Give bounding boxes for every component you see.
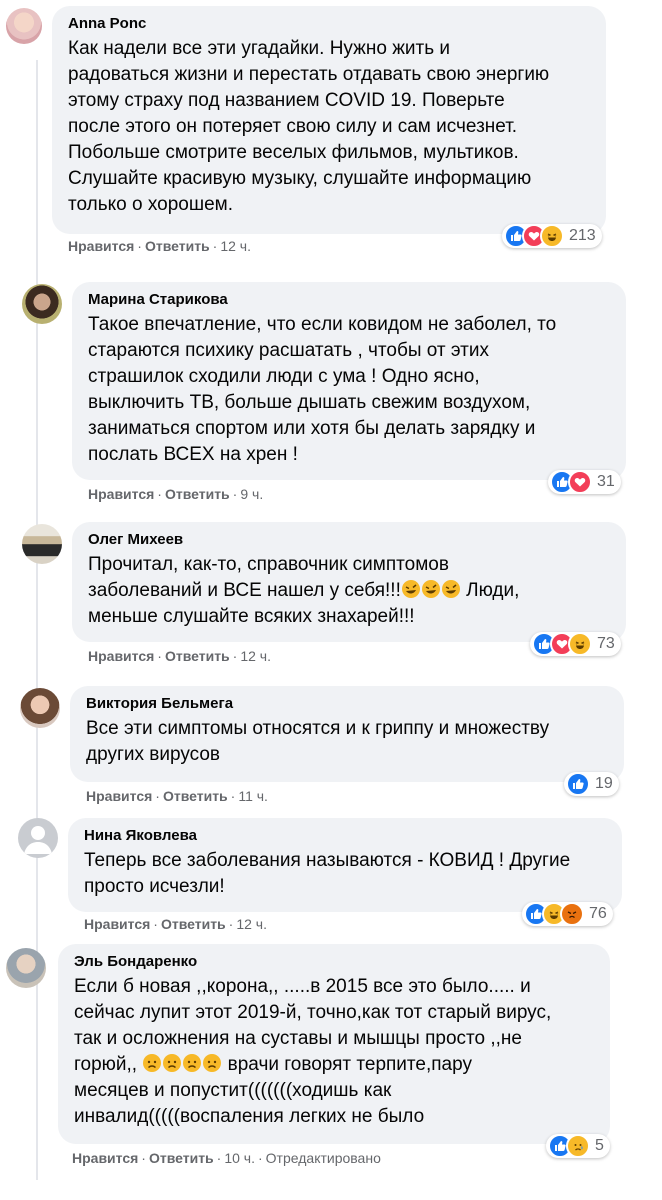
sad-emoji [142, 1053, 162, 1073]
like-reaction-icon [566, 772, 590, 796]
comment-actions: Нравится · Ответить · 12 ч. [68, 238, 251, 254]
comment-time[interactable]: 12 ч. [236, 916, 267, 932]
rofl-emoji [441, 579, 461, 599]
thread-line [36, 60, 38, 1180]
rofl-emoji [421, 579, 441, 599]
like-link[interactable]: Нравится [84, 916, 150, 932]
comment-bubble: Anna Ponc Как надели все эти угадайки. Н… [52, 6, 606, 234]
reply-link[interactable]: Ответить [163, 788, 228, 804]
comment-actions: Нравится · Ответить · 12 ч. [84, 916, 267, 932]
text-line: Если б новая ,,корона,, .....в 2015 все … [74, 976, 531, 997]
angry-reaction-icon [560, 902, 584, 926]
reply-link[interactable]: Ответить [149, 1150, 214, 1166]
avatar[interactable] [20, 688, 60, 728]
comment-author[interactable]: Нина Яковлева [84, 826, 610, 845]
avatar[interactable] [18, 818, 58, 858]
text-line: меньше слушайте всяких знахарей!!! [88, 606, 415, 627]
text-line: Люди, [466, 580, 520, 601]
reaction-count: 31 [597, 473, 615, 490]
comment-time[interactable]: 10 ч. [224, 1150, 255, 1166]
love-reaction-icon [568, 470, 592, 494]
like-link[interactable]: Нравится [72, 1150, 138, 1166]
avatar[interactable] [6, 948, 46, 988]
edited-label: Отредактировано [265, 1150, 381, 1166]
comment-time[interactable]: 12 ч. [220, 238, 251, 254]
reply-link[interactable]: Ответить [165, 648, 230, 664]
like-link[interactable]: Нравится [88, 648, 154, 664]
comment-bubble: Виктория Бельмега Все эти симптомы относ… [70, 686, 624, 782]
reaction-count: 213 [569, 227, 596, 244]
sad-emoji [202, 1053, 222, 1073]
text-line: так и осложнения на суставы и мышцы прос… [74, 1028, 522, 1049]
reactions-summary[interactable]: 19 [564, 772, 619, 796]
comment-bubble: Эль Бондаренко Если б новая ,,корона,, .… [58, 944, 610, 1144]
sad-reaction-icon [566, 1134, 590, 1158]
comment-actions: Нравится · Ответить · 9 ч. [88, 486, 264, 502]
comment-author[interactable]: Anna Ponc [68, 14, 594, 33]
comment-author[interactable]: Олег Михеев [88, 530, 614, 549]
text-line: месяцев и попустит(((((((ходишь как [74, 1080, 392, 1101]
comment-text: Теперь все заболевания называются - КОВИ… [84, 850, 571, 897]
comment-time[interactable]: 12 ч. [240, 648, 271, 664]
comment-bubble: Марина Старикова Такое впечатление, что … [72, 282, 626, 480]
avatar[interactable] [6, 8, 42, 44]
text-line: горюй,, [74, 1054, 138, 1075]
comment-text: Как надели все эти угадайки. Нужно жить … [68, 38, 550, 215]
comment-text: Все эти симптомы относятся и к гриппу и … [86, 718, 550, 765]
rofl-emoji [401, 579, 421, 599]
comment-text: Прочитал, как-то, справочник симптомов за… [88, 552, 614, 630]
reply-link[interactable]: Ответить [161, 916, 226, 932]
reactions-summary[interactable]: 76 [522, 902, 613, 926]
reactions-summary[interactable]: 73 [530, 632, 621, 656]
comment-text: Такое впечатление, что если ковидом не з… [88, 314, 557, 465]
comment-author[interactable]: Виктория Бельмега [86, 694, 612, 713]
comment-actions: Нравится · Ответить · 12 ч. [88, 648, 271, 664]
sad-emoji [162, 1053, 182, 1073]
reactions-summary[interactable]: 31 [548, 470, 621, 494]
default-avatar-icon [24, 826, 52, 854]
avatar[interactable] [22, 524, 62, 564]
comment-author[interactable]: Эль Бондаренко [74, 952, 598, 971]
reactions-summary[interactable]: 5 [546, 1134, 610, 1158]
like-link[interactable]: Нравится [88, 486, 154, 502]
comment-actions: Нравится · Ответить · 10 ч. · Отредактировано [72, 1150, 381, 1166]
comment-time[interactable]: 11 ч. [238, 788, 268, 804]
text-line: сейчас лупит этот 2019-й, точно,как тот … [74, 1002, 552, 1023]
haha-reaction-icon [568, 632, 592, 656]
like-link[interactable]: Нравится [68, 238, 134, 254]
like-link[interactable]: Нравится [86, 788, 152, 804]
haha-reaction-icon [540, 224, 564, 248]
comment-time[interactable]: 9 ч. [240, 486, 263, 502]
comment-actions: Нравится · Ответить · 11 ч. [86, 788, 268, 804]
reply-link[interactable]: Ответить [165, 486, 230, 502]
reaction-count: 73 [597, 635, 615, 652]
comment-bubble: Олег Михеев Прочитал, как-то, справочник… [72, 522, 626, 642]
text-line: Прочитал, как-то, справочник симптомов [88, 554, 449, 575]
text-line: инвалид(((((воспаления легких не было [74, 1106, 425, 1127]
comment-bubble: Нина Яковлева Теперь все заболевания наз… [68, 818, 622, 912]
avatar[interactable] [22, 284, 62, 324]
sad-emoji [182, 1053, 202, 1073]
text-line: врачи говорят терпите,пару [227, 1054, 472, 1075]
reaction-count: 19 [595, 775, 613, 792]
comment-text: Если б новая ,,корона,, .....в 2015 все … [74, 974, 598, 1130]
reaction-count: 76 [589, 905, 607, 922]
comment-author[interactable]: Марина Старикова [88, 290, 614, 309]
reply-link[interactable]: Ответить [145, 238, 210, 254]
text-line: заболеваний и ВСЕ нашел у себя!!! [88, 580, 401, 601]
reaction-count: 5 [595, 1137, 604, 1154]
reactions-summary[interactable]: 213 [502, 224, 602, 248]
